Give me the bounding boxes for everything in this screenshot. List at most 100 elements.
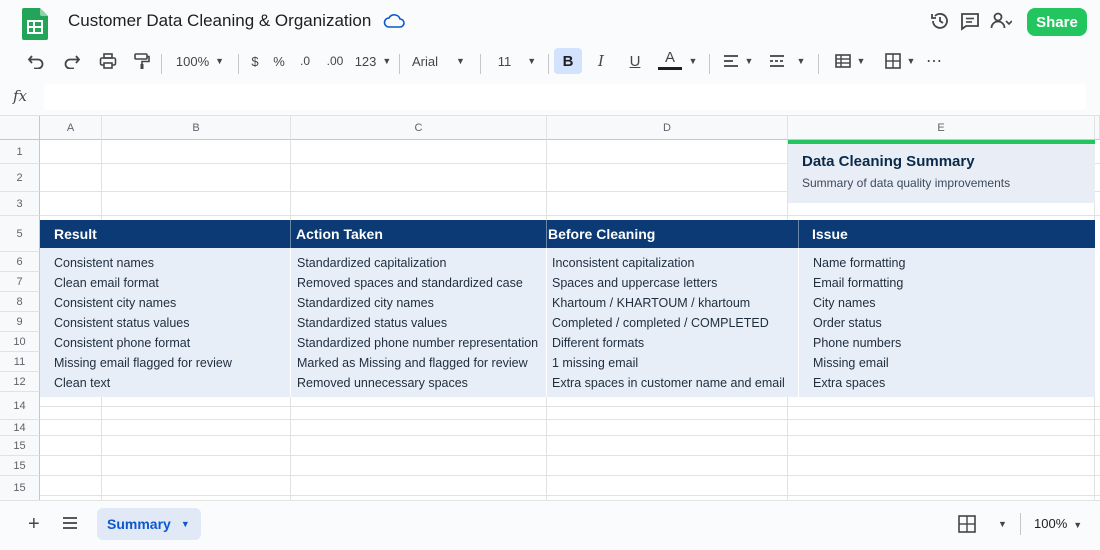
row-header[interactable]: 2 bbox=[0, 164, 40, 192]
font-family-select[interactable]: Arial ▼ bbox=[408, 48, 470, 74]
table-cell[interactable]: Consistent city names bbox=[54, 293, 176, 313]
row-header[interactable]: 7 bbox=[0, 272, 40, 292]
row-header[interactable]: 3 bbox=[0, 192, 40, 216]
column-header-b[interactable]: B bbox=[102, 116, 291, 140]
column-header-c[interactable]: C bbox=[291, 116, 547, 140]
table-cell[interactable]: Standardized phone number representation bbox=[297, 333, 538, 353]
row-header[interactable]: 14 bbox=[0, 420, 40, 436]
row-header[interactable]: 15 bbox=[0, 456, 40, 476]
decrease-decimal-button[interactable]: .0 bbox=[294, 48, 316, 74]
currency-format-button[interactable]: $ bbox=[246, 48, 264, 74]
row-header[interactable]: 1 bbox=[0, 140, 40, 164]
table-header-cell[interactable]: Action Taken bbox=[296, 220, 541, 248]
document-title[interactable]: Customer Data Cleaning & Organization bbox=[68, 11, 371, 31]
column-header-f[interactable] bbox=[1095, 116, 1100, 140]
table-cell[interactable]: Inconsistent capitalization bbox=[552, 253, 694, 273]
gridline bbox=[40, 215, 1100, 216]
paint-format-button[interactable] bbox=[130, 48, 154, 74]
more-formats-button[interactable]: 123 ▼ bbox=[354, 48, 392, 74]
text-color-button[interactable]: A bbox=[658, 48, 682, 70]
vertical-align-button[interactable]: ▼ bbox=[764, 48, 810, 74]
table-cell[interactable]: Name formatting bbox=[813, 253, 905, 273]
chevron-down-icon[interactable]: ▼ bbox=[998, 519, 1007, 529]
borders-button[interactable]: ▼ bbox=[830, 48, 870, 74]
sheet-tab-summary[interactable]: Summary ▼ bbox=[97, 508, 201, 540]
cloud-saved-icon[interactable] bbox=[383, 12, 405, 30]
row-header[interactable]: 15 bbox=[0, 476, 40, 500]
table-cell[interactable]: 1 missing email bbox=[552, 353, 638, 373]
redo-button[interactable] bbox=[60, 48, 84, 74]
table-cell[interactable]: Standardized capitalization bbox=[297, 253, 446, 273]
table-cell[interactable]: Different formats bbox=[552, 333, 644, 353]
table-cell[interactable]: Consistent phone format bbox=[54, 333, 190, 353]
table-cell[interactable]: Removed unnecessary spaces bbox=[297, 373, 468, 393]
column-header-e[interactable]: E bbox=[788, 116, 1095, 140]
table-cell[interactable]: Marked as Missing and flagged for review bbox=[297, 353, 528, 373]
row-header[interactable]: 8 bbox=[0, 292, 40, 312]
fx-icon: fx bbox=[13, 87, 28, 105]
all-sheets-menu-icon[interactable] bbox=[62, 516, 78, 530]
row-header[interactable]: 6 bbox=[0, 252, 40, 272]
table-cell[interactable]: Extra spaces bbox=[813, 373, 885, 393]
table-header-cell[interactable]: Result bbox=[54, 220, 284, 248]
row-header[interactable]: 5 bbox=[0, 216, 40, 252]
table-header-cell[interactable]: Issue bbox=[812, 220, 1092, 248]
column-header-d[interactable]: D bbox=[547, 116, 788, 140]
sheets-logo-icon[interactable] bbox=[22, 8, 48, 40]
increase-decimal-button[interactable]: .00 bbox=[323, 48, 347, 74]
row-header[interactable]: 11 bbox=[0, 352, 40, 372]
italic-button[interactable]: I bbox=[590, 48, 612, 74]
table-cell[interactable]: Spaces and uppercase letters bbox=[552, 273, 717, 293]
select-all-corner[interactable] bbox=[0, 116, 40, 140]
row-header[interactable]: 15 bbox=[0, 436, 40, 456]
table-cell[interactable]: Consistent names bbox=[54, 253, 154, 273]
version-history-icon[interactable] bbox=[929, 10, 951, 32]
table-cell[interactable]: Missing email flagged for review bbox=[54, 353, 232, 373]
table-cell[interactable]: Email formatting bbox=[813, 273, 903, 293]
table-cell[interactable]: Clean text bbox=[54, 373, 110, 393]
table-cell[interactable]: Clean email format bbox=[54, 273, 159, 293]
percent-format-button[interactable]: % bbox=[270, 48, 288, 74]
table-cell[interactable]: Standardized status values bbox=[297, 313, 447, 333]
table-cell[interactable]: Order status bbox=[813, 313, 882, 333]
table-cell[interactable]: Extra spaces in customer name and email bbox=[552, 373, 785, 393]
row-header[interactable]: 12 bbox=[0, 372, 40, 392]
bottom-zoom-select[interactable]: 100% ▼ bbox=[1034, 516, 1082, 531]
comments-icon[interactable] bbox=[959, 10, 981, 32]
table-cell[interactable]: Completed / completed / COMPLETED bbox=[552, 313, 769, 333]
more-options-button[interactable]: ⋯ bbox=[924, 48, 944, 74]
bottom-zoom-value: 100% bbox=[1034, 516, 1068, 531]
table-cell[interactable]: Phone numbers bbox=[813, 333, 901, 353]
zoom-select[interactable]: 100% ▼ bbox=[170, 48, 230, 74]
bold-button[interactable]: B bbox=[554, 48, 582, 74]
undo-button[interactable] bbox=[24, 48, 48, 74]
formula-input[interactable] bbox=[44, 84, 1086, 110]
row-header[interactable]: 9 bbox=[0, 312, 40, 332]
row-header[interactable]: 10 bbox=[0, 332, 40, 352]
text-color-dropdown[interactable]: ▼ bbox=[686, 48, 700, 74]
summary-card[interactable]: Data Cleaning Summary Summary of data qu… bbox=[788, 140, 1095, 203]
table-cell[interactable]: City names bbox=[813, 293, 876, 313]
add-collaborator-icon[interactable] bbox=[990, 10, 1012, 32]
table-cell[interactable]: Removed spaces and standardized case bbox=[297, 273, 523, 293]
print-button[interactable] bbox=[96, 48, 120, 74]
merge-cells-button[interactable]: ▼ bbox=[880, 48, 920, 74]
table-cell[interactable]: Standardized city names bbox=[297, 293, 434, 313]
table-cell[interactable]: Consistent status values bbox=[54, 313, 190, 333]
table-header-cell[interactable]: Before Cleaning bbox=[548, 220, 793, 248]
table-cell[interactable]: Khartoum / KHARTOUM / khartoum bbox=[552, 293, 750, 313]
formula-bar: fx bbox=[0, 78, 1100, 116]
table-cell[interactable]: Missing email bbox=[813, 353, 889, 373]
font-size-select[interactable]: 11 ▼ bbox=[492, 48, 542, 74]
column-header-a[interactable]: A bbox=[40, 116, 102, 140]
add-sheet-button[interactable]: + bbox=[28, 513, 40, 536]
spreadsheet-grid[interactable]: A B C D E 1 2 3 5 6 7 8 9 10 11 12 14 14… bbox=[0, 116, 1100, 500]
share-button[interactable]: Share bbox=[1027, 8, 1087, 36]
explore-icon[interactable] bbox=[958, 515, 976, 533]
summary-title: Data Cleaning Summary bbox=[802, 153, 975, 170]
horizontal-align-button[interactable]: ▼ bbox=[718, 48, 758, 74]
table-header-divider bbox=[798, 220, 799, 248]
row-header[interactable]: 14 bbox=[0, 392, 40, 420]
chevron-down-icon: ▼ bbox=[856, 56, 866, 66]
underline-button[interactable]: U bbox=[624, 48, 646, 74]
